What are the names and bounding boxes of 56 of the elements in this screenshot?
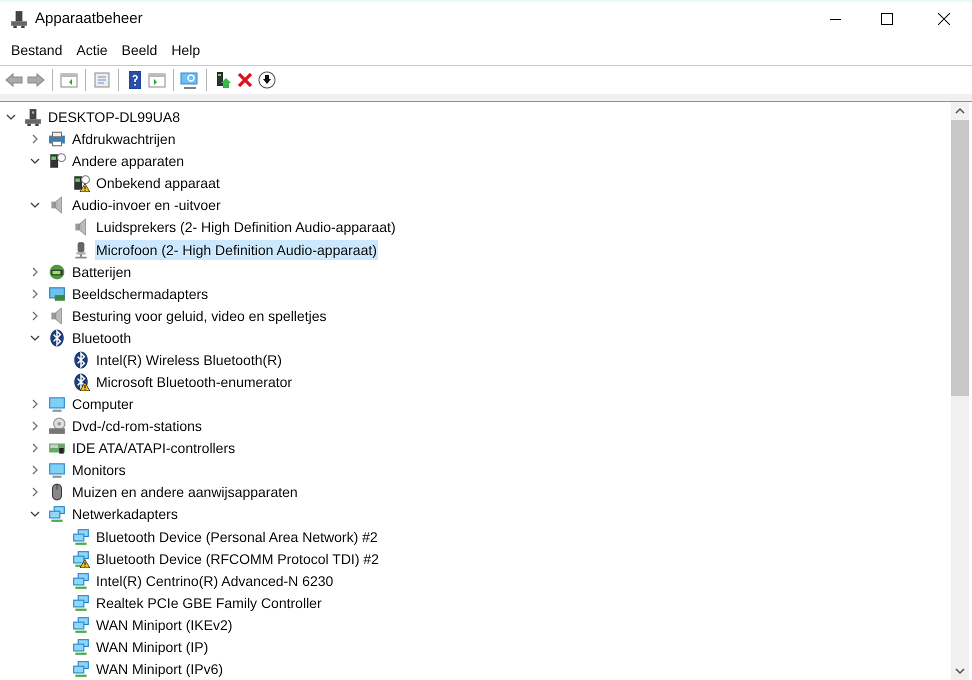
tree-item[interactable]: WAN Miniport (IP): [95, 636, 210, 657]
expanded-chevron-icon[interactable]: [30, 332, 40, 343]
scan-monitor-icon[interactable]: [180, 70, 200, 90]
collapsed-chevron-icon[interactable]: [30, 399, 40, 410]
expanded-chevron-icon[interactable]: [30, 509, 40, 520]
tree-item[interactable]: Besturing voor geluid, video en spelletjes: [71, 306, 328, 326]
menu-item[interactable]: Bestand: [4, 40, 70, 61]
tree-item[interactable]: Onbekend apparaat: [95, 173, 221, 194]
back-arrow-icon[interactable]: [4, 70, 24, 90]
tree-item[interactable]: Intel(R) Wireless Bluetooth(R): [95, 350, 283, 370]
tree-item[interactable]: WAN Miniport (IKEv2): [95, 614, 234, 635]
collapsed-chevron-icon[interactable]: [30, 266, 40, 277]
scrollbar-thumb[interactable]: [951, 120, 969, 396]
tree-item[interactable]: Netwerkadapters: [71, 504, 179, 524]
expanded-chevron-icon[interactable]: [30, 156, 40, 166]
properties-icon[interactable]: [92, 70, 112, 90]
tree-item[interactable]: Computer: [71, 394, 134, 414]
tree-item[interactable]: Microfoon (2- High Definition Audio-apparaat): [95, 240, 378, 260]
collapsed-chevron-icon[interactable]: [30, 310, 40, 321]
window-title: Apparaatbeheer: [35, 8, 143, 29]
tree-item[interactable]: Microsoft Bluetooth-enumerator: [95, 372, 294, 392]
tree-item[interactable]: Dvd-/cd-rom-stations: [71, 416, 203, 436]
collapsed-chevron-icon[interactable]: [30, 288, 40, 299]
tree-item[interactable]: Beeldschermadapters: [71, 284, 210, 304]
tree-item[interactable]: DESKTOP-DL99UA8: [47, 107, 182, 128]
tree-item[interactable]: Muizen en andere aanwijsapparaten: [71, 482, 299, 502]
close-icon: [938, 13, 950, 25]
collapsed-chevron-icon[interactable]: [30, 421, 40, 432]
tree-item[interactable]: Andere apparaten: [71, 151, 186, 172]
tree-item[interactable]: Bluetooth: [71, 328, 132, 348]
collapsed-chevron-icon[interactable]: [30, 443, 40, 454]
tree-item[interactable]: Monitors: [71, 460, 127, 480]
menu-item[interactable]: Actie: [69, 40, 114, 61]
expanded-chevron-icon[interactable]: [30, 200, 40, 210]
collapsed-chevron-icon[interactable]: [30, 487, 40, 498]
tree-item[interactable]: Afdrukwachtrijen: [71, 129, 176, 150]
uninstall-icon[interactable]: [235, 70, 255, 90]
tree-item[interactable]: Bluetooth Device (RFCOMM Protocol TDI) #2: [95, 548, 380, 569]
tree-item[interactable]: Intel(R) Centrino(R) Advanced-N 6230: [95, 570, 334, 591]
tree-item[interactable]: Luidsprekers (2- High Definition Audio-apparaat): [95, 217, 397, 238]
menu-item[interactable]: Beeld: [114, 40, 164, 61]
tree-item[interactable]: IDE ATA/ATAPI-controllers: [71, 438, 236, 458]
download-icon[interactable]: [257, 70, 277, 90]
collapsed-chevron-icon[interactable]: [30, 134, 40, 144]
scrollbar[interactable]: [951, 102, 969, 680]
tree-item[interactable]: Audio-invoer en -uitvoer: [71, 195, 222, 216]
maximize-icon: [881, 13, 893, 25]
forward-arrow-icon[interactable]: [26, 70, 46, 90]
collapsed-chevron-icon[interactable]: [30, 465, 40, 476]
menu-item[interactable]: Help: [164, 40, 208, 61]
tree-item[interactable]: Bluetooth Device (Personal Area Network) #2: [95, 526, 379, 547]
expanded-chevron-icon[interactable]: [6, 112, 16, 122]
tree-item[interactable]: Realtek PCIe GBE Family Controller: [95, 592, 323, 613]
app-icon: [10, 10, 28, 28]
tree-item[interactable]: Batterijen: [71, 262, 132, 282]
tree-item[interactable]: WAN Miniport (IPv6): [95, 658, 224, 679]
